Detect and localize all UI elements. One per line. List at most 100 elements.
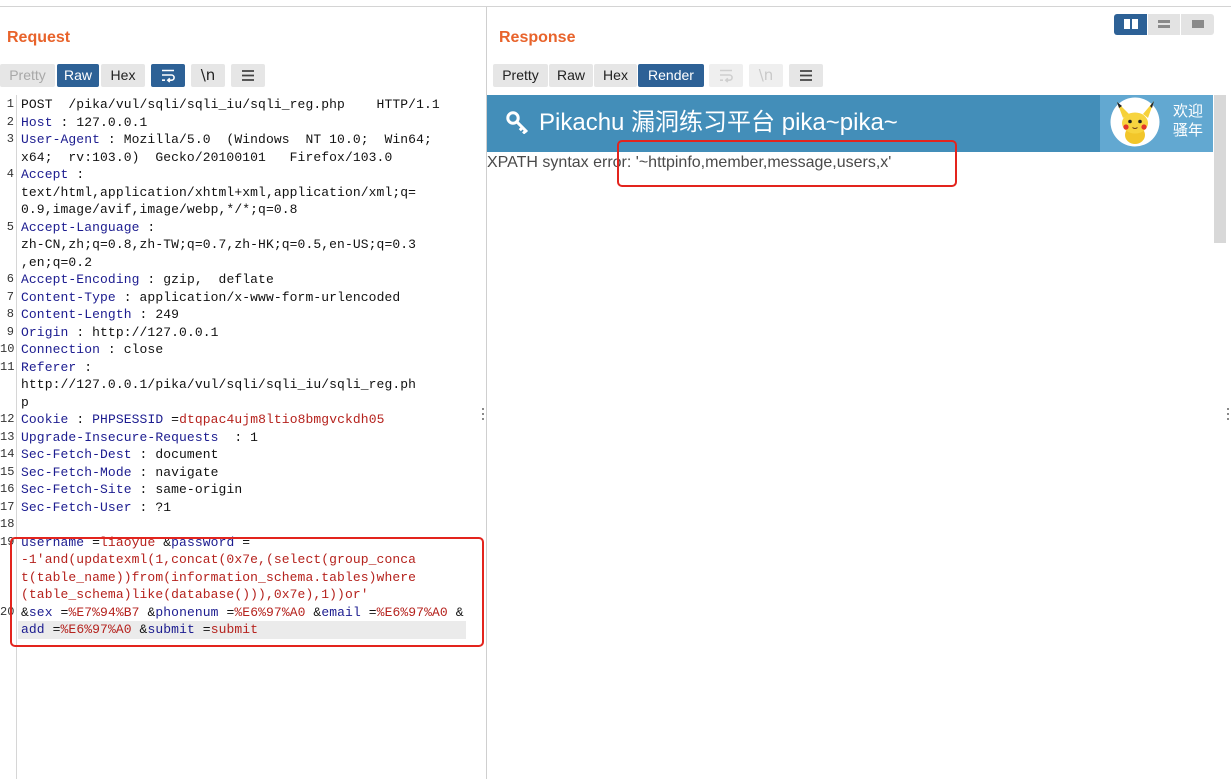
response-show-newlines-button[interactable]: \n <box>749 64 783 87</box>
param-name-token: Accept <box>21 167 69 182</box>
code-row[interactable]: 10 Connection : close <box>0 341 466 359</box>
code-row[interactable]: 3 User-Agent : Mozilla/5.0 (Windows NT 10… <box>7 131 466 149</box>
code-token: : <box>76 359 93 375</box>
code-row[interactable]: -1'and(updatexml(1,concat(0x7e,(select(g… <box>18 551 466 569</box>
param-name-token: add <box>21 622 45 637</box>
split-columns-icon <box>1123 19 1138 29</box>
code-token: : <box>139 219 156 235</box>
param-name-token: phonenum <box>155 604 219 620</box>
code-token: ,en;q=0.2 <box>21 254 93 270</box>
code-token: : http://127.0.0.1 <box>68 324 219 340</box>
code-row[interactable]: t(table_name))from(information_schema.ta… <box>18 569 466 587</box>
code-row[interactable]: 15 Sec-Fetch-Mode : navigate <box>0 464 466 482</box>
code-row[interactable]: 8 Content-Length : 249 <box>7 306 466 324</box>
code-row[interactable]: 9 Origin : http://127.0.0.1 <box>7 324 466 342</box>
code-row[interactable]: text/html,application/xhtml+xml,applicat… <box>18 184 466 202</box>
param-name-token: Sec-Fetch-Mode <box>21 464 132 480</box>
param-name-token: username <box>21 534 85 550</box>
response-tab-hex[interactable]: Hex <box>594 64 637 87</box>
code-row[interactable]: 18 <box>0 516 466 534</box>
request-tab-raw[interactable]: Raw <box>57 64 99 87</box>
code-row[interactable]: x64; rv:103.0) Gecko/20100101 Firefox/10… <box>18 149 466 167</box>
param-value-token: %E6%97%A0 <box>60 622 132 637</box>
layout-split-columns-button[interactable] <box>1114 14 1147 35</box>
layout-single-panel-button[interactable] <box>1181 14 1214 35</box>
response-scrollbar-thumb[interactable] <box>1214 95 1226 243</box>
rendered-response-view: Pikachu 漏洞练习平台 pika~pika~ 欢迎 骚年 XPATH sy… <box>487 95 1213 779</box>
code-row[interactable]: 11 Referer : <box>0 359 466 377</box>
code-row[interactable]: 4 Accept : <box>7 166 466 184</box>
response-tab-render[interactable]: Render <box>638 64 704 87</box>
request-menu-button[interactable] <box>231 64 265 87</box>
response-tab-pretty[interactable]: Pretty <box>493 64 548 87</box>
code-row[interactable]: 20 &sex =%E7%94%B7 &phonenum =%E6%97%A0 &… <box>0 604 466 622</box>
response-tab-raw[interactable]: Raw <box>549 64 593 87</box>
line-number: 9 <box>6 324 14 339</box>
code-token: : same-origin <box>131 482 243 497</box>
code-token: = <box>234 534 251 550</box>
code-row[interactable]: zh-CN,zh;q=0.8,zh-TW;q=0.7,zh-HK;q=0.5,e… <box>18 236 466 254</box>
param-name-token: Sec-Fetch-Dest <box>21 447 132 462</box>
code-row[interactable]: 5 Accept-Language : <box>7 219 466 237</box>
user-info-box[interactable]: 欢迎 骚年 <box>1100 95 1213 152</box>
code-row[interactable]: add =%E6%97%A0 &submit =submit <box>18 621 466 639</box>
request-tab-pretty[interactable]: Pretty <box>0 64 55 87</box>
code-row[interactable]: http://127.0.0.1/pika/vul/sqli/sqli_iu/s… <box>18 376 466 394</box>
code-row[interactable]: p <box>18 394 466 412</box>
code-token: = <box>44 622 61 637</box>
code-token: zh-CN,zh;q=0.8,zh-TW;q=0.7,zh-HK;q=0.5,e… <box>21 237 417 252</box>
pikachu-avatar <box>1110 97 1160 147</box>
code-row[interactable]: 6 Accept-Encoding : gzip, deflate <box>7 271 466 289</box>
code-row[interactable]: ,en;q=0.2 <box>18 254 466 272</box>
param-value-token: (table_schema)like(database())),0x7e),1)… <box>21 587 369 602</box>
hamburger-menu-icon <box>242 70 254 81</box>
code-row[interactable]: 12 Cookie : PHPSESSID =dtqpac4ujm8ltio8bm… <box>0 411 466 429</box>
response-menu-button[interactable] <box>789 64 823 87</box>
code-row[interactable]: 19 username =liaoyue &password = <box>0 534 466 552</box>
code-row[interactable]: 17 Sec-Fetch-User : ?1 <box>0 499 466 517</box>
request-tab-hex[interactable]: Hex <box>101 64 145 87</box>
code-token: = <box>163 412 180 427</box>
pane-resize-handle[interactable] <box>482 408 484 423</box>
code-row[interactable]: 16 Sec-Fetch-Site : same-origin <box>0 481 466 499</box>
request-show-newlines-button[interactable]: \n <box>191 64 225 87</box>
line-number: 20 <box>0 604 15 619</box>
code-row[interactable]: (table_schema)like(database())),0x7e),1)… <box>18 586 466 604</box>
code-token: & <box>447 604 464 620</box>
code-row[interactable]: 0.9,image/avif,image/webp,*/*;q=0.8 <box>18 201 466 219</box>
response-wrap-lines-button[interactable] <box>709 64 743 87</box>
param-name-token: Content-Type <box>21 289 116 305</box>
param-value-token: dtqpac4ujm8ltio8bmgvckdh05 <box>179 412 385 427</box>
request-editor[interactable]: 1 POST /pika/vul/sqli/sqli_iu/sqli_reg.ph… <box>0 96 466 639</box>
code-row[interactable]: 1 POST /pika/vul/sqli/sqli_iu/sqli_reg.ph… <box>7 96 466 114</box>
line-number: 11 <box>0 359 15 374</box>
code-row[interactable]: 7 Content-Type : application/x-www-form-u… <box>7 289 466 307</box>
code-token: : application/x-www-form-urlencoded <box>115 289 401 305</box>
param-value-token: submit <box>210 622 259 637</box>
pikachu-brand-title[interactable]: Pikachu 漏洞练习平台 pika~pika~ <box>539 109 898 137</box>
code-token: = <box>194 622 211 637</box>
layout-split-rows-button[interactable] <box>1148 14 1180 35</box>
right-resize-handle[interactable] <box>1227 408 1229 423</box>
split-rows-icon <box>1158 20 1170 28</box>
code-token: & <box>139 604 156 620</box>
code-token: : gzip, deflate <box>139 272 274 287</box>
param-name-token: Connection <box>21 342 101 357</box>
line-number: 16 <box>0 482 15 496</box>
single-panel-icon <box>1191 20 1204 28</box>
param-name-token: Referer <box>21 359 77 375</box>
line-number: 18 <box>0 517 15 531</box>
request-wrap-lines-button[interactable] <box>151 64 185 87</box>
code-token: text/html,application/xhtml+xml,applicat… <box>21 184 417 200</box>
param-name-token: PHPSESSID <box>92 412 164 427</box>
key-icon <box>505 110 531 139</box>
username-text: 骚年 <box>1173 122 1204 139</box>
param-name-token: Origin <box>21 324 69 340</box>
code-row[interactable]: 2 Host : 127.0.0.1 <box>7 114 466 132</box>
code-row[interactable]: 14 Sec-Fetch-Dest : document <box>0 446 466 464</box>
line-number: 15 <box>0 464 15 479</box>
code-token: = <box>52 604 69 620</box>
hamburger-menu-icon <box>800 70 812 81</box>
code-row[interactable]: 13 Upgrade-Insecure-Requests : 1 <box>0 429 466 447</box>
line-number: 7 <box>6 289 14 304</box>
